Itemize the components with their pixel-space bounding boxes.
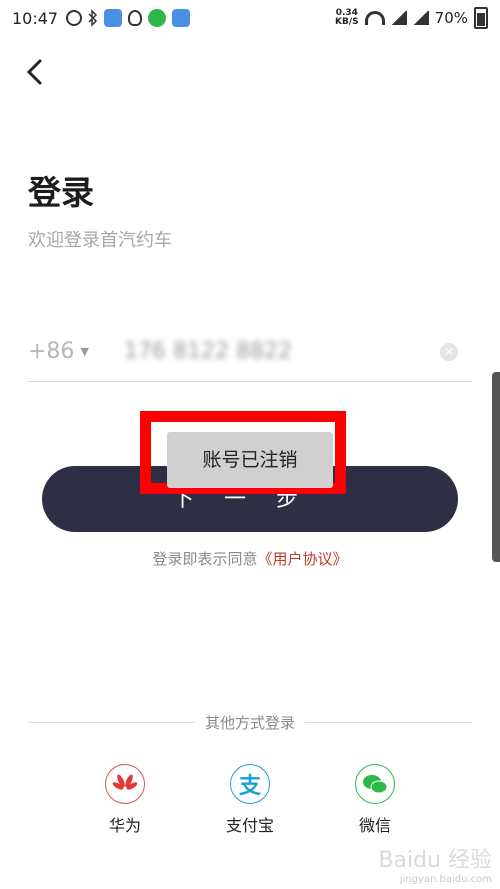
alipay-login-button[interactable]: 支 支付宝 xyxy=(215,764,285,836)
bluetooth-icon xyxy=(88,9,98,27)
huawei-icon xyxy=(105,764,145,804)
back-button[interactable] xyxy=(24,58,54,88)
status-bar: 10:47 0.34 KB/S 70% xyxy=(0,0,500,36)
phone-row: +86 ▼ ✕ xyxy=(28,322,472,382)
status-time: 10:47 xyxy=(12,8,59,28)
wechat-login-button[interactable]: 微信 xyxy=(340,764,410,836)
watermark: Baidu 经验 jingyan.baidu.com xyxy=(378,842,492,885)
huawei-login-button[interactable]: 华为 xyxy=(90,764,160,836)
page-subtitle: 欢迎登录首汽约车 xyxy=(28,230,172,251)
alarm-icon xyxy=(66,10,83,26)
wifi-icon xyxy=(364,11,385,25)
huawei-label: 华为 xyxy=(108,816,141,835)
shield-app-icon xyxy=(104,9,123,27)
network-speed: 0.34 KB/S xyxy=(335,8,359,27)
signal-icon xyxy=(390,11,407,25)
message-app-icon xyxy=(148,9,167,27)
phone-input[interactable] xyxy=(124,339,424,364)
agreement-text: 登录即表示同意《用户协议》 xyxy=(0,548,500,569)
qq-icon xyxy=(128,10,143,26)
other-login-divider: 其他方式登录 xyxy=(28,712,473,732)
battery-percent: 70% xyxy=(434,9,468,27)
user-agreement-link[interactable]: 《用户协议》 xyxy=(258,550,348,568)
caret-down-icon: ▼ xyxy=(80,345,89,358)
agreement-prefix: 登录即表示同意 xyxy=(152,550,258,568)
signal-4g-icon xyxy=(412,11,429,25)
battery-icon xyxy=(474,7,488,29)
alipay-icon: 支 xyxy=(230,764,270,804)
watermark-text: Baidu 经验 xyxy=(378,848,492,873)
country-code-label: +86 xyxy=(28,339,75,364)
security-app-icon xyxy=(172,9,191,27)
toast-message: 账号已注销 xyxy=(167,432,333,488)
clear-input-icon[interactable]: ✕ xyxy=(440,343,458,361)
divider-line-right xyxy=(305,721,473,723)
chevron-left-icon xyxy=(26,59,42,85)
other-login-label: 其他方式登录 xyxy=(205,713,296,732)
alipay-label: 支付宝 xyxy=(225,816,274,835)
wechat-label: 微信 xyxy=(358,816,391,835)
wechat-icon xyxy=(355,764,395,804)
divider-line-left xyxy=(28,721,195,723)
side-drag-handle[interactable] xyxy=(492,372,500,562)
country-code-selector[interactable]: +86 ▼ xyxy=(28,339,124,364)
watermark-sub: jingyan.baidu.com xyxy=(399,874,492,885)
page-title: 登录 xyxy=(28,173,94,212)
